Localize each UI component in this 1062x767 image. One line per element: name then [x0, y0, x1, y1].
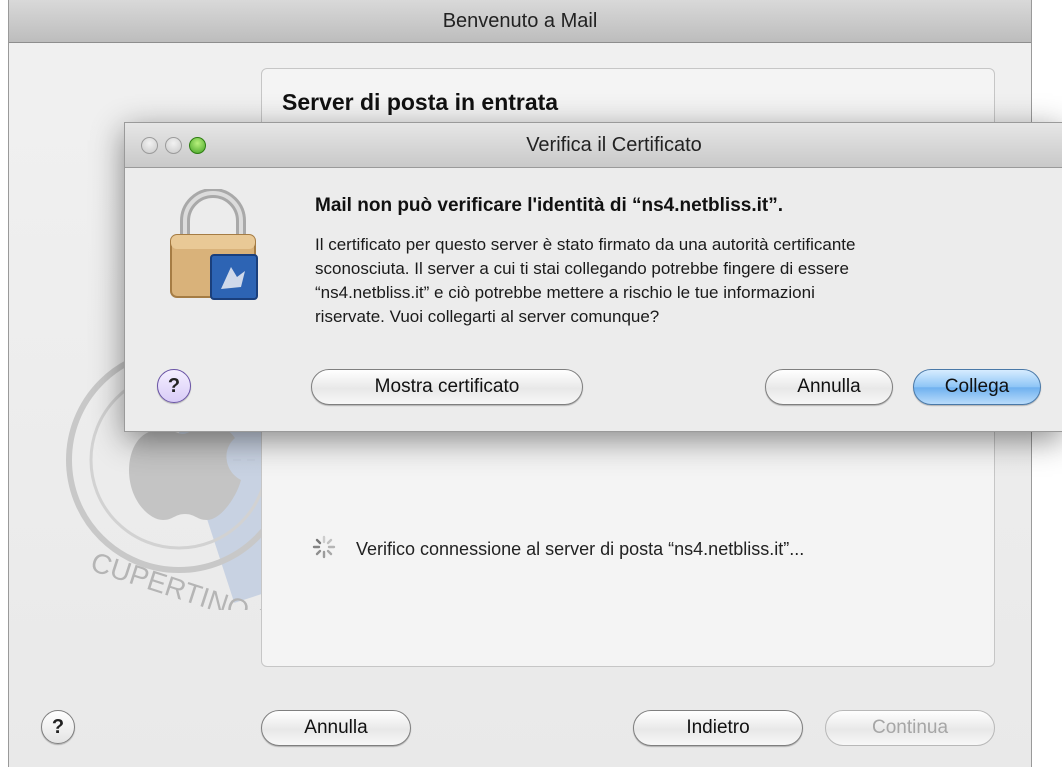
spinner-icon: [312, 535, 336, 559]
continue-button[interactable]: Continua: [825, 710, 995, 746]
connect-button[interactable]: Collega: [913, 369, 1041, 405]
window-title: Benvenuto a Mail: [9, 0, 1031, 43]
dialog-message: Il certificato per questo server è stato…: [315, 233, 1035, 329]
dialog-message-line: riservate. Vuoi collegarti al server com…: [315, 307, 660, 326]
cancel-button[interactable]: Annulla: [261, 710, 411, 746]
show-certificate-button[interactable]: Mostra certificato: [311, 369, 583, 405]
dialog-message-line: Il certificato per questo server è stato…: [315, 235, 856, 254]
help-button[interactable]: ?: [41, 710, 75, 744]
dialog-message-line: sconosciuta. Il server a cui ti stai col…: [315, 259, 849, 278]
dialog-title: Verifica il Certificato: [526, 134, 702, 156]
dialog-cancel-button[interactable]: Annulla: [765, 369, 893, 405]
dialog-titlebar: Verifica il Certificato: [125, 123, 1062, 168]
verify-certificate-dialog: Verifica il Certificato Mail non può ver…: [124, 122, 1062, 432]
dialog-message-line: “ns4.netbliss.it” e ciò potrebbe mettere…: [315, 283, 815, 302]
dialog-heading: Mail non può verificare l'identità di “n…: [315, 195, 783, 216]
panel-title: Server di posta in entrata: [282, 89, 559, 115]
connection-status: Verifico connessione al server di posta …: [356, 539, 805, 559]
dialog-help-button[interactable]: ?: [157, 369, 191, 403]
back-button[interactable]: Indietro: [633, 710, 803, 746]
lock-icon: [170, 189, 258, 300]
